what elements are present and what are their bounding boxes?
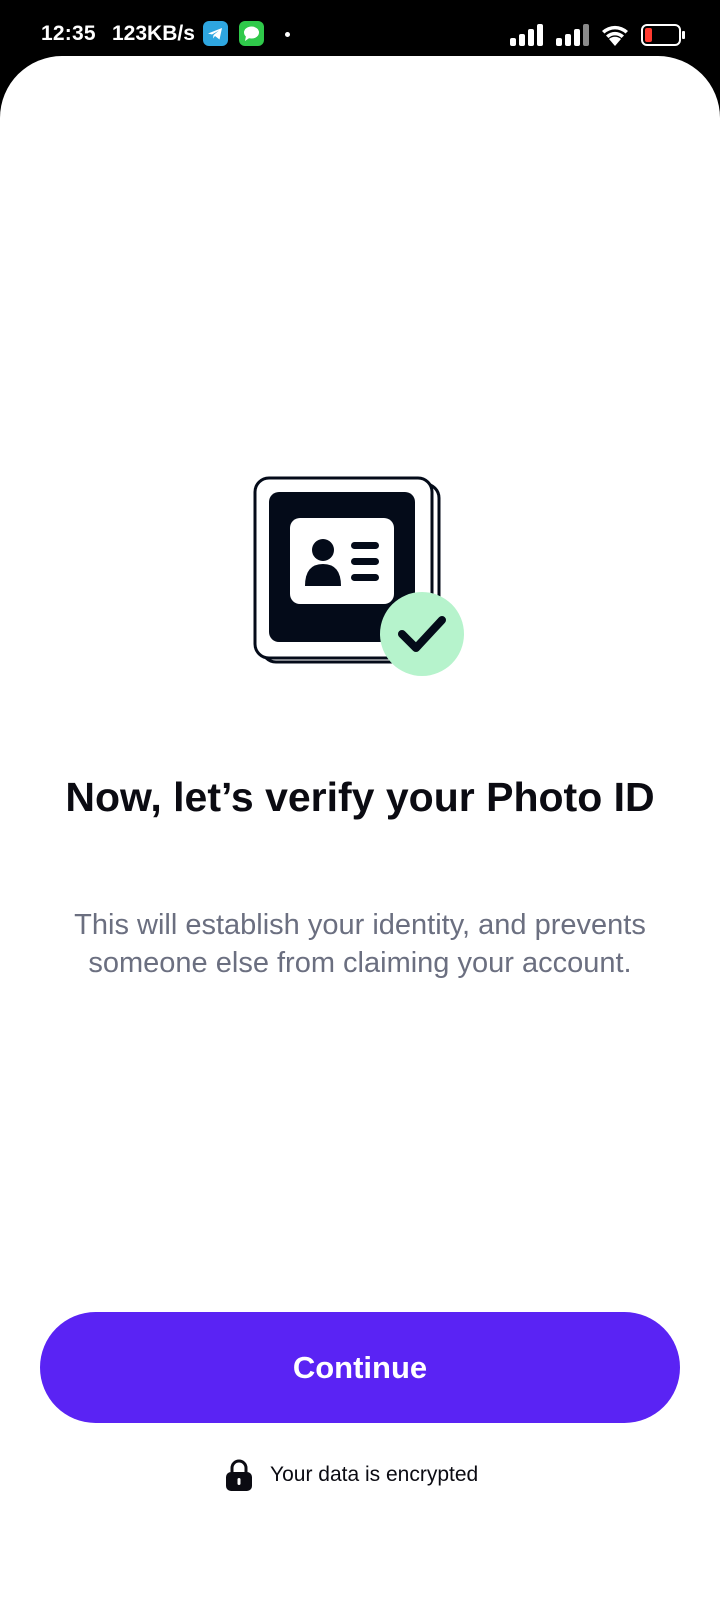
photo-id-verified-icon xyxy=(253,476,464,676)
signal-icon xyxy=(510,24,543,46)
notification-dot xyxy=(285,32,290,37)
continue-button[interactable]: Continue xyxy=(40,1312,680,1423)
battery-low-icon xyxy=(641,24,685,46)
page-description: This will establish your identity, and p… xyxy=(74,909,646,979)
telegram-icon xyxy=(203,21,228,46)
network-speed: 123KB/s xyxy=(112,22,195,45)
page-title: Now, let’s verify your Photo ID xyxy=(65,774,655,820)
messages-icon xyxy=(239,21,264,46)
status-bar: 12:35 123KB/s xyxy=(0,0,720,56)
encryption-label: Your data is encrypted xyxy=(270,1463,479,1486)
signal-icon xyxy=(556,24,589,46)
status-time: 12:35 xyxy=(41,22,96,45)
lock-icon xyxy=(226,1459,252,1491)
wifi-icon xyxy=(602,25,628,46)
encryption-notice: Your data is encrypted xyxy=(226,1458,478,1492)
